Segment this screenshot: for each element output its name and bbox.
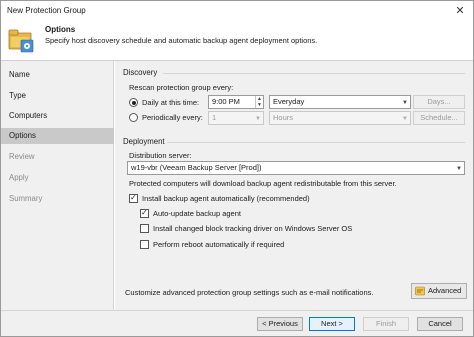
daily-label: Daily at this time: — [142, 98, 200, 107]
sidebar-item-type[interactable]: Type — [1, 88, 114, 104]
sidebar-item-apply: Apply — [9, 173, 29, 182]
period-input[interactable]: 1 ▼ — [208, 111, 264, 125]
discovery-section-label: Discovery — [123, 68, 158, 77]
time-spinner[interactable]: ▲ ▼ — [255, 96, 263, 108]
previous-button[interactable]: < Previous — [257, 317, 303, 331]
period-value: 1 — [212, 113, 217, 122]
rescan-label: Rescan protection group every: — [129, 83, 234, 92]
periodically-radio[interactable] — [129, 113, 138, 122]
chevron-down-icon: ▼ — [255, 116, 261, 122]
frequency-value: Everyday — [273, 97, 305, 106]
sidebar-item-name[interactable]: Name — [1, 67, 114, 83]
time-value: 9:00 PM — [212, 97, 240, 106]
sidebar-item-summary: Summary — [9, 194, 43, 203]
discovery-divider — [163, 73, 465, 74]
chevron-down-icon: ▼ — [456, 166, 462, 172]
deployment-divider — [167, 142, 465, 143]
sidebar-item-options[interactable]: Options — [1, 128, 114, 144]
folder-gear-icon — [8, 29, 34, 53]
page-description: Specify host discovery schedule and auto… — [45, 36, 318, 45]
period-unit-value: Hours — [273, 113, 294, 122]
advanced-button[interactable]: Advanced — [411, 283, 467, 299]
title-bar: New Protection Group ✕ — [1, 1, 473, 21]
chevron-down-icon: ▼ — [402, 100, 408, 106]
advanced-button-label: Advanced — [428, 286, 462, 295]
daily-radio[interactable] — [129, 98, 138, 107]
finish-button[interactable]: Finish — [363, 317, 409, 331]
distribution-note: Protected computers will download backup… — [129, 179, 397, 188]
window-title: New Protection Group — [7, 6, 86, 15]
wizard-steps-sidebar: Name Type Computers Options Review Apply… — [1, 61, 114, 310]
close-icon[interactable]: ✕ — [453, 4, 467, 18]
cbt-driver-checkbox[interactable] — [140, 224, 149, 233]
reboot-checkbox[interactable] — [140, 240, 149, 249]
period-unit-select[interactable]: Hours ▼ — [269, 111, 411, 125]
auto-update-checkbox[interactable] — [140, 208, 149, 218]
distribution-server-label: Distribution server: — [129, 151, 192, 160]
sidebar-item-computers[interactable]: Computers — [1, 108, 114, 124]
options-panel: Discovery Rescan protection group every:… — [115, 61, 473, 310]
deployment-section-label: Deployment — [123, 137, 165, 146]
frequency-select[interactable]: Everyday ▼ — [269, 95, 411, 109]
periodically-label: Periodically every: — [142, 113, 203, 122]
days-button[interactable]: Days... — [413, 95, 465, 109]
advanced-settings-icon — [415, 286, 425, 296]
next-button[interactable]: Next > — [309, 317, 355, 331]
distribution-server-select[interactable]: w19-vbr (Veeam Backup Server [Prod]) ▼ — [127, 161, 465, 175]
sidebar-item-review: Review — [9, 152, 35, 161]
cancel-button[interactable]: Cancel — [417, 317, 463, 331]
install-agent-label: Install backup agent automatically (reco… — [142, 194, 310, 203]
wizard-footer: < Previous Next > Finish Cancel — [1, 310, 473, 336]
chevron-down-icon: ▼ — [402, 116, 408, 122]
cbt-driver-label: Install changed block tracking driver on… — [153, 224, 353, 233]
time-input[interactable]: 9:00 PM ▲ ▼ — [208, 95, 264, 109]
schedule-button[interactable]: Schedule... — [413, 111, 465, 125]
install-agent-checkbox[interactable] — [129, 193, 138, 203]
wizard-header: Options Specify host discovery schedule … — [1, 21, 473, 61]
wizard-window: New Protection Group ✕ Options Specify h… — [0, 0, 474, 337]
distribution-server-value: w19-vbr (Veeam Backup Server [Prod]) — [131, 163, 262, 172]
advanced-description: Customize advanced protection group sett… — [125, 288, 374, 297]
page-title: Options — [45, 25, 76, 34]
reboot-label: Perform reboot automatically if required — [153, 240, 285, 249]
auto-update-label: Auto-update backup agent — [153, 209, 241, 218]
